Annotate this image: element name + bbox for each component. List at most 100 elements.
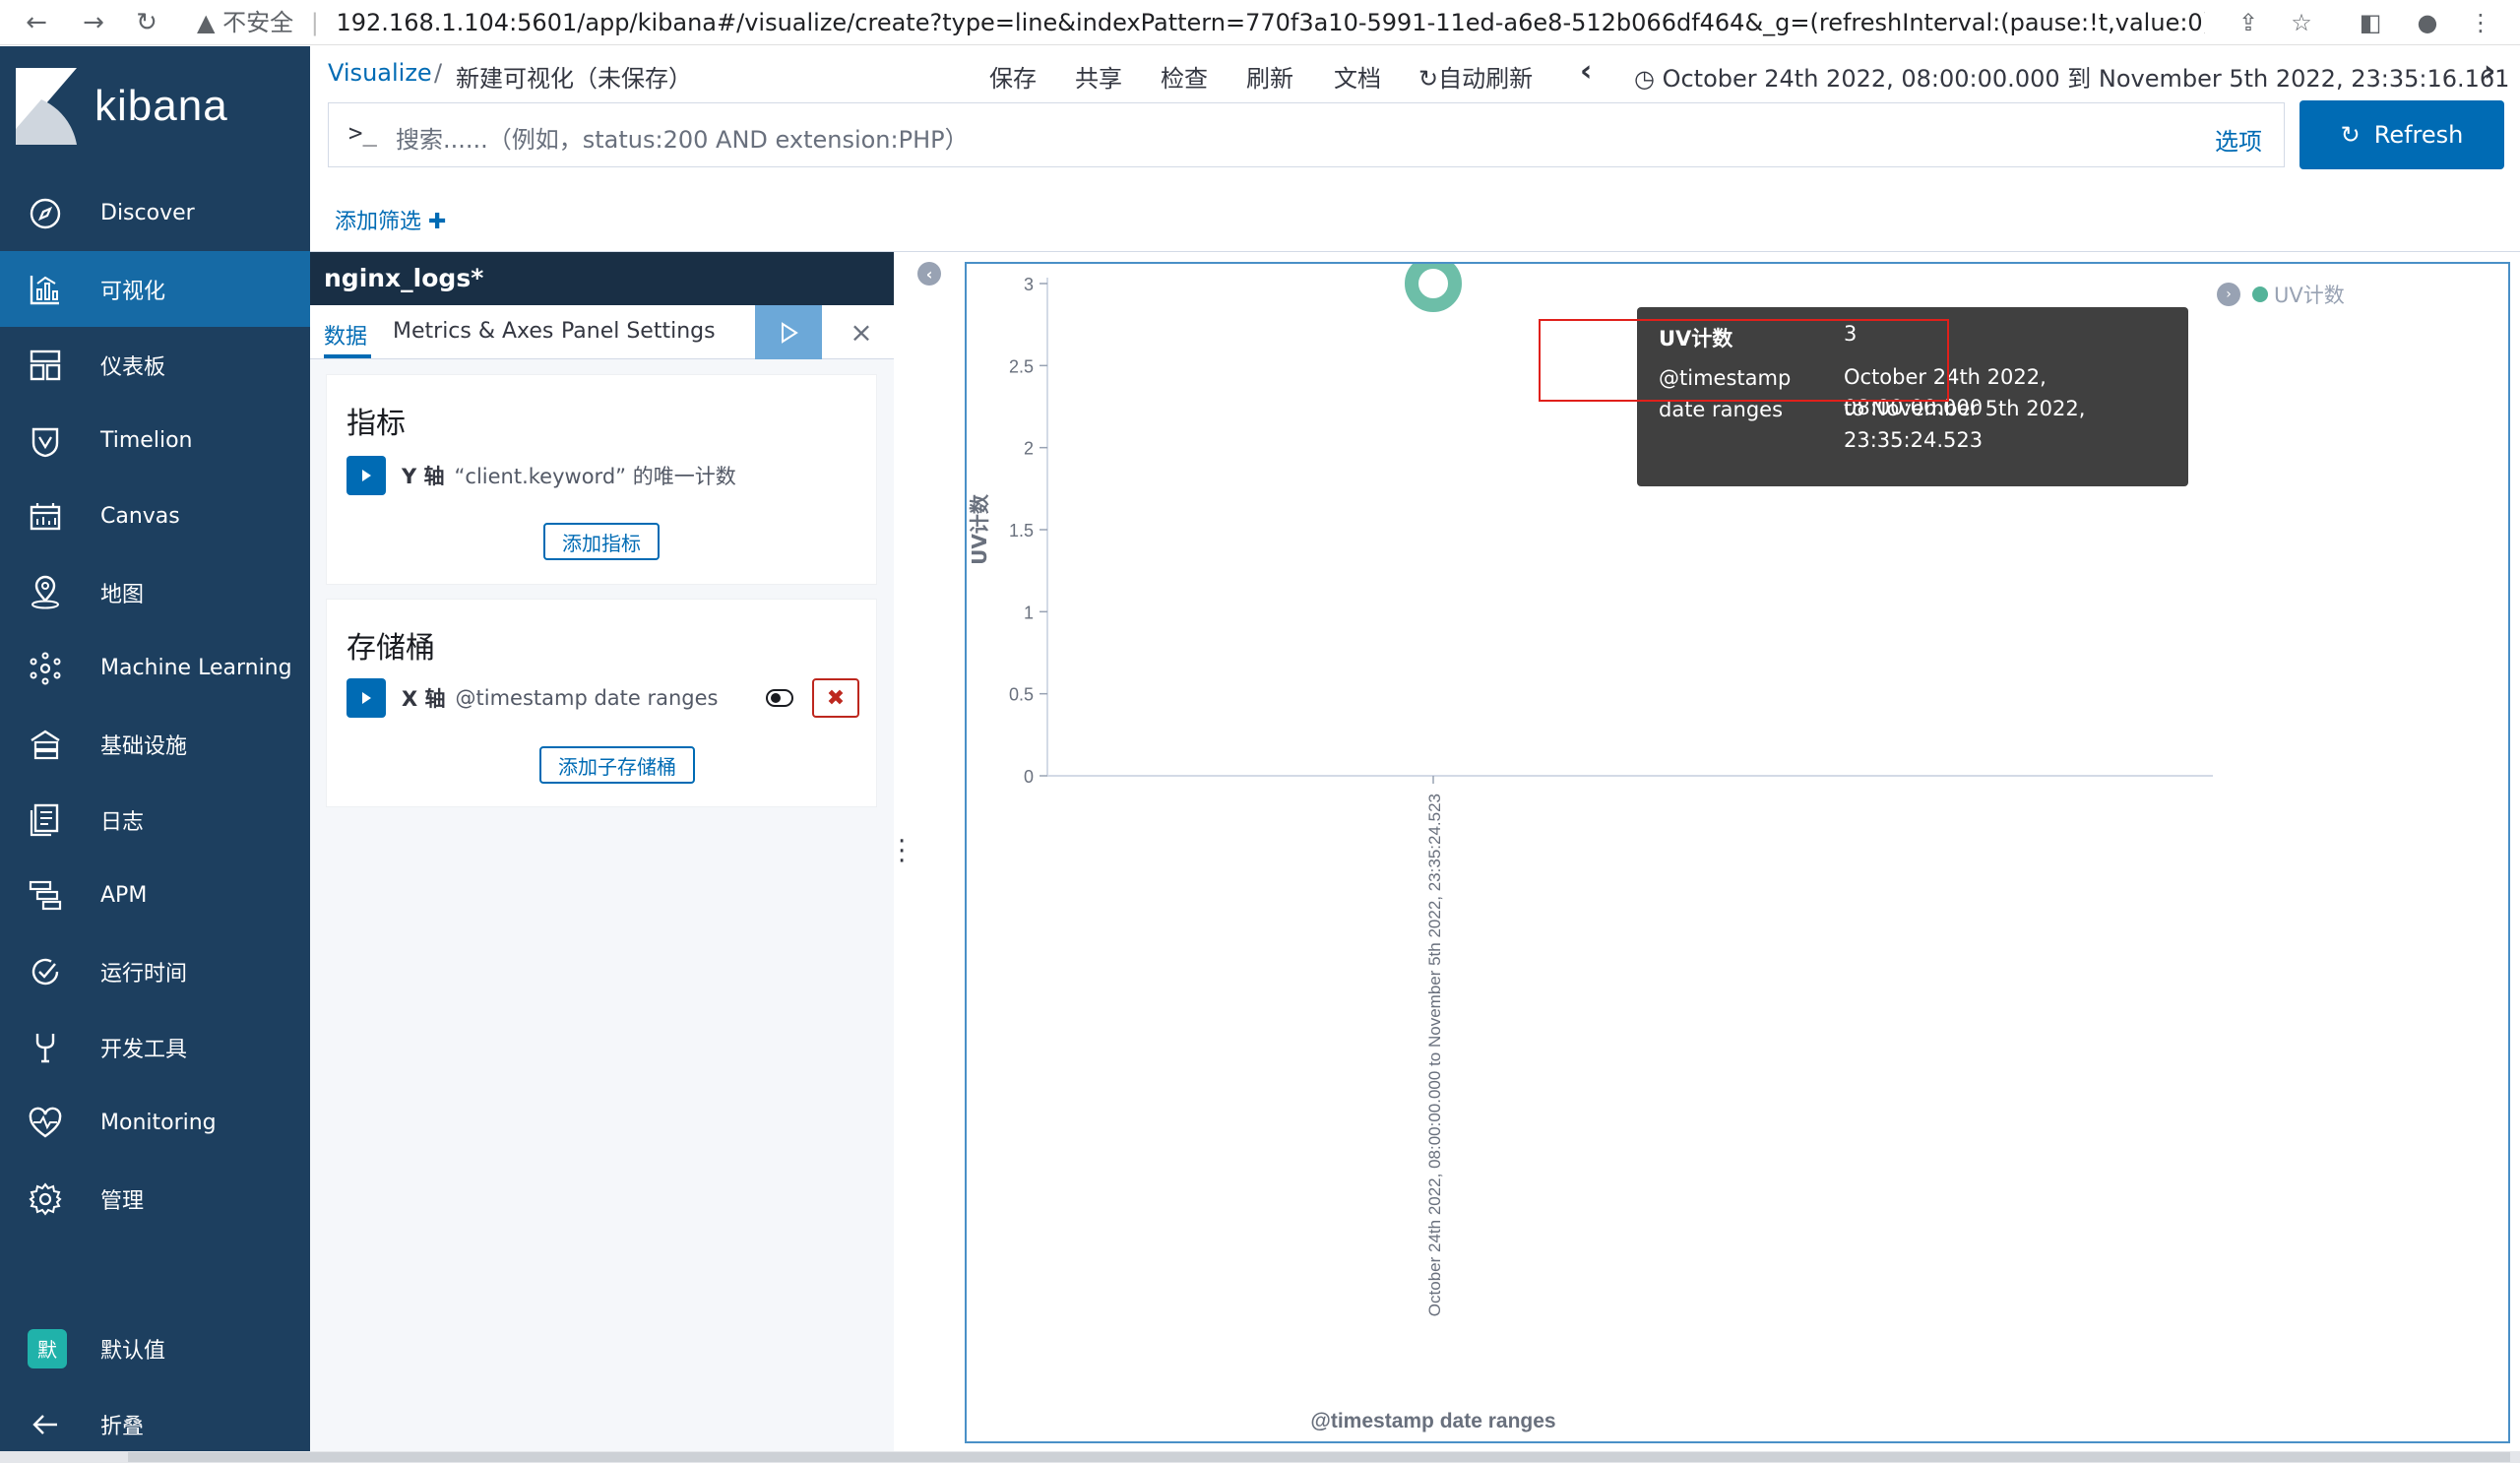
clock-icon: ◷ <box>1634 65 1655 93</box>
y-tick-label: 2.5 <box>1009 356 1034 376</box>
infra-icon <box>26 725 65 764</box>
address-bar[interactable]: ▲ 不安全 | 192.168.1.104:5601/app/kibana#/v… <box>197 4 2205 41</box>
sidebar-item-monitoring[interactable]: Monitoring <box>0 1085 310 1161</box>
add-metric-button[interactable]: 添加指标 <box>543 523 660 560</box>
menu-share[interactable]: 共享 <box>1075 59 1122 94</box>
search-input[interactable]: 搜索......（例如，status:200 AND extension:PHP… <box>396 120 969 155</box>
sidebar-nav: Discover 可视化 仪表板 Timelion Canvas 地图 Mach… <box>0 175 310 1237</box>
metric-description: “client.keyword” 的唯一计数 <box>454 465 736 488</box>
add-filter-label: 添加筛选 <box>335 210 422 234</box>
x-tick-label: October 24th 2022, 08:00:00.000 to Novem… <box>1425 794 1444 1316</box>
breadcrumb-separator: / <box>434 59 443 87</box>
sidebar-item-infrastructure[interactable]: 基础设施 <box>0 706 310 782</box>
sidebar-item-canvas[interactable]: Canvas <box>0 478 310 554</box>
side-panel-icon[interactable]: ◧ <box>2351 4 2390 41</box>
query-options-link[interactable]: 选项 <box>2215 122 2262 157</box>
sidebar-bottom: 默 默认值 折叠 <box>0 1310 310 1462</box>
refresh-icon: ↻ <box>2340 121 2361 149</box>
logo-text: kibana <box>94 82 228 130</box>
y-tick-label: 1.5 <box>1009 521 1034 541</box>
menu-auto-refresh[interactable]: ↻自动刷新 <box>1418 59 1533 94</box>
sidebar-item-label: Canvas <box>100 504 180 529</box>
bookmark-star-icon[interactable]: ☆ <box>2282 4 2321 41</box>
metrics-title: 指标 <box>346 407 406 441</box>
back-arrow-icon[interactable]: ← <box>18 4 55 41</box>
menu-docs[interactable]: 文档 <box>1334 59 1381 94</box>
sidebar-item-visualize[interactable]: 可视化 <box>0 251 310 327</box>
sidebar-item-dashboard[interactable]: 仪表板 <box>0 327 310 403</box>
compass-icon <box>26 194 65 233</box>
chevron-left-icon[interactable]: ‹ <box>1580 54 1592 89</box>
canvas-icon <box>26 497 65 537</box>
time-range-picker[interactable]: ◷ October 24th 2022, 08:00:00.000 到 Nove… <box>1634 59 2509 94</box>
add-sub-bucket-button[interactable]: 添加子存储桶 <box>539 746 695 784</box>
forward-arrow-icon[interactable]: → <box>75 4 112 41</box>
sidebar-item-label: 可视化 <box>100 279 166 304</box>
menu-inspect[interactable]: 检查 <box>1161 59 1208 94</box>
bucket-axis-label: X 轴 <box>402 687 446 711</box>
uptime-icon <box>26 952 65 991</box>
refresh-icon: ↻ <box>1418 65 1439 93</box>
menu-refresh[interactable]: 刷新 <box>1246 59 1293 94</box>
space-selector[interactable]: 默 默认值 <box>0 1310 310 1386</box>
legend-color-swatch[interactable] <box>2252 286 2268 302</box>
editor-panel: nginx_logs* 数据 Metrics & Axes Panel Sett… <box>310 252 894 1463</box>
breadcrumb-current: 新建可视化（未保存） <box>456 65 692 93</box>
metric-y-axis-row: Y 轴 “client.keyword” 的唯一计数 <box>346 456 736 495</box>
sidebar-item-dev-tools[interactable]: 开发工具 <box>0 1009 310 1085</box>
sidebar-item-maps[interactable]: 地图 <box>0 554 310 630</box>
query-language-icon[interactable]: >_ <box>348 119 377 147</box>
map-pin-icon <box>26 573 65 612</box>
expand-bucket-toggle[interactable] <box>346 678 386 718</box>
ml-icon <box>26 649 65 688</box>
buckets-title: 存储桶 <box>346 631 435 666</box>
menu-save[interactable]: 保存 <box>989 59 1037 94</box>
heartbeat-icon <box>26 1104 65 1143</box>
y-tick-label: 0 <box>1024 767 1034 787</box>
remove-bucket-button[interactable]: ✖ <box>812 678 859 718</box>
tab-panel-settings[interactable]: Panel Settings <box>561 319 716 344</box>
reload-icon[interactable]: ↻ <box>128 4 165 41</box>
tab-metrics-axes[interactable]: Metrics & Axes <box>393 319 553 344</box>
discard-changes-close-icon[interactable]: × <box>842 313 881 352</box>
share-icon[interactable]: ⇪ <box>2229 4 2268 41</box>
kibana-logo[interactable]: kibana <box>16 68 291 147</box>
chart-legend: › UV计数 <box>2217 280 2345 309</box>
toggle-bucket-switch[interactable] <box>760 678 799 718</box>
horizontal-scrollbar[interactable] <box>0 1451 2520 1463</box>
legend-series-label[interactable]: UV计数 <box>2274 280 2345 309</box>
expand-metric-toggle[interactable] <box>346 456 386 495</box>
breadcrumb-visualize[interactable]: Visualize <box>328 59 432 87</box>
gear-icon <box>26 1179 65 1219</box>
y-tick-label: 2 <box>1024 439 1034 459</box>
legend-toggle-chevron-icon[interactable]: › <box>2217 283 2240 306</box>
sidebar-item-uptime[interactable]: 运行时间 <box>0 933 310 1009</box>
sidebar-item-logs[interactable]: 日志 <box>0 782 310 858</box>
sidebar-item-label: 运行时间 <box>100 961 188 986</box>
arrow-left-icon <box>26 1405 65 1444</box>
sidebar-item-label: 日志 <box>100 809 145 835</box>
plus-icon: ✚ <box>428 210 447 234</box>
scrollbar-thumb[interactable] <box>128 1452 2510 1462</box>
tab-data[interactable]: 数据 <box>324 319 367 350</box>
query-bar[interactable]: >_ 搜索......（例如，status:200 AND extension:… <box>328 102 2285 167</box>
timelion-icon <box>26 421 65 461</box>
sidebar-item-apm[interactable]: APM <box>0 858 310 933</box>
sidebar-item-timelion[interactable]: Timelion <box>0 403 310 478</box>
wrench-icon <box>26 1028 65 1067</box>
sidebar-item-management[interactable]: 管理 <box>0 1161 310 1237</box>
apply-changes-button[interactable] <box>755 305 822 359</box>
chevron-right-icon[interactable]: › <box>2484 54 2495 89</box>
sidebar-item-machine-learning[interactable]: Machine Learning <box>0 630 310 706</box>
kebab-menu-icon[interactable]: ⋮ <box>2461 4 2500 41</box>
refresh-button[interactable]: ↻ Refresh <box>2300 100 2504 169</box>
sidebar-item-discover[interactable]: Discover <box>0 175 310 251</box>
buckets-section: 存储桶 X 轴 @timestamp date ranges ✖ 添加子存储桶 <box>326 599 877 807</box>
collapse-sidebar-chevron-icon[interactable]: ‹ <box>917 262 941 286</box>
bucket-description: @timestamp date ranges <box>455 686 719 710</box>
add-filter-button[interactable]: 添加筛选 ✚ <box>335 204 446 235</box>
y-tick-label: 0.5 <box>1009 685 1034 705</box>
panel-resize-handle[interactable]: · · · <box>898 829 906 874</box>
profile-icon[interactable]: ● <box>2408 4 2447 41</box>
metrics-section: 指标 Y 轴 “client.keyword” 的唯一计数 添加指标 <box>326 374 877 585</box>
